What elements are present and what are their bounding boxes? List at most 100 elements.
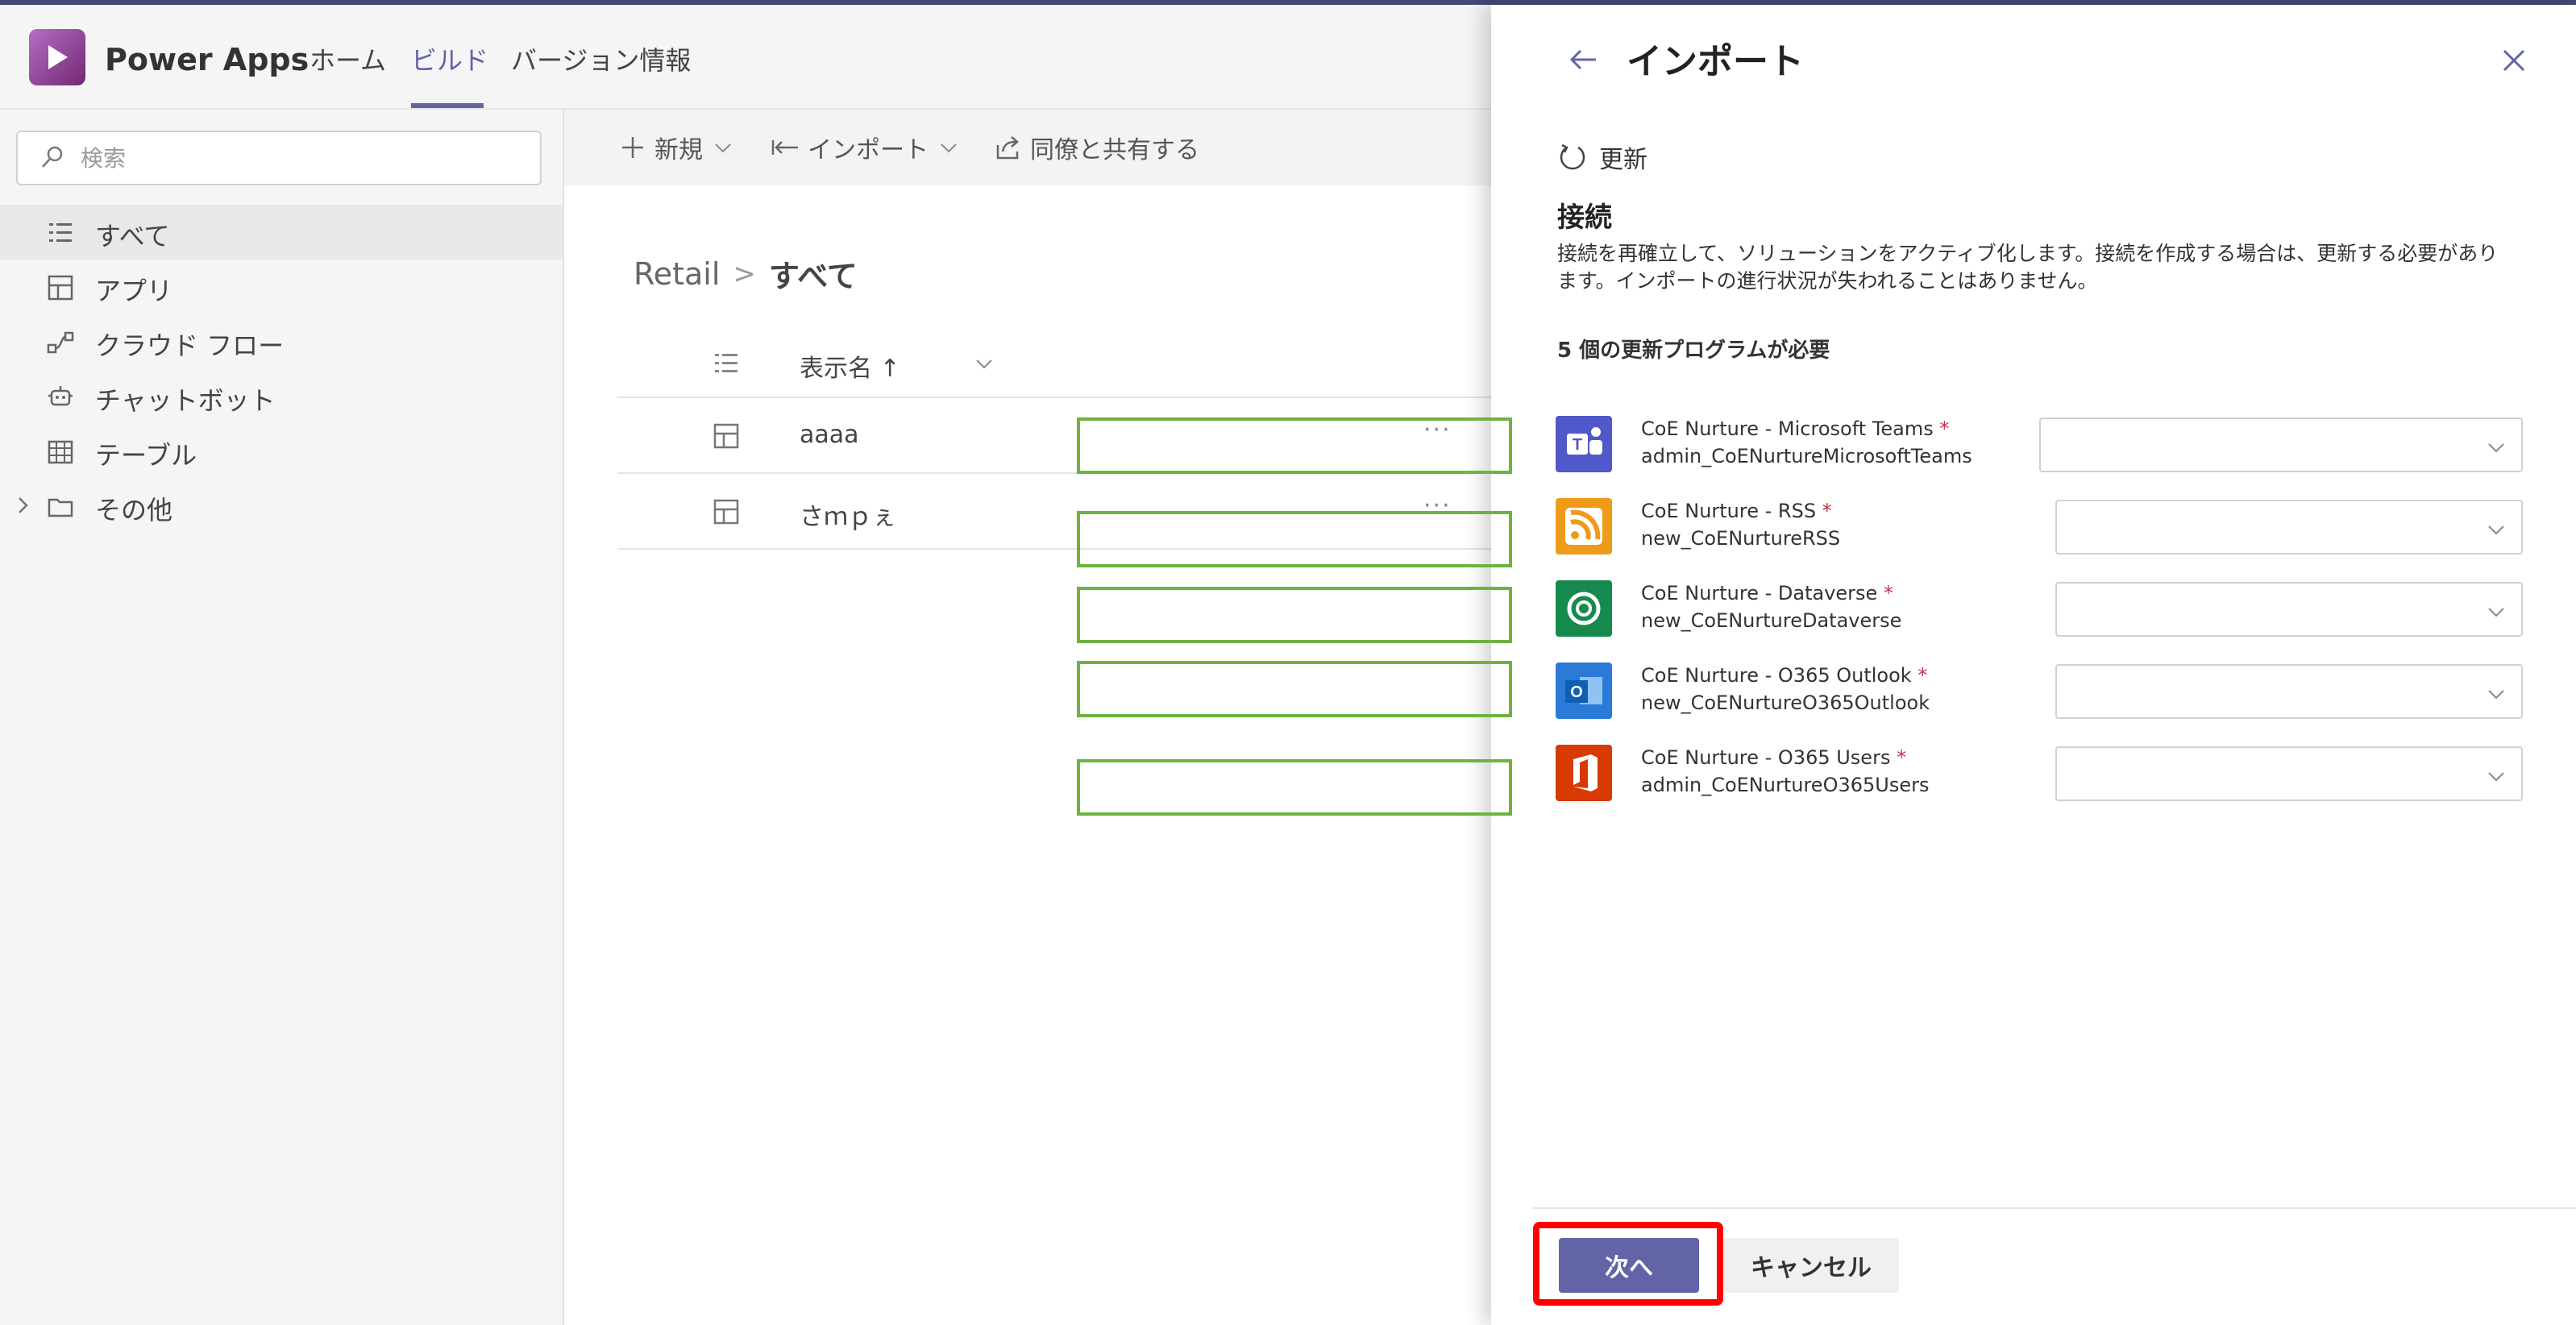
connection-dropdown[interactable] [2055,582,2523,637]
outlook-icon: O [1556,662,1612,719]
import-icon [771,140,798,155]
share-icon [996,136,1019,160]
connection-row-teams: T CoE Nurture - Microsoft Teams * admin_… [1556,411,2523,485]
power-apps-logo [29,29,85,85]
new-button[interactable]: 新規 [619,129,743,166]
sidebar-item-label: テーブル [95,440,197,471]
refresh-icon [1560,143,1585,170]
tab-home[interactable]: ホーム [310,40,386,77]
share-button[interactable]: 同僚と共有する [995,129,1199,166]
connection-row-rss: CoE Nurture - RSS * new_CoENurtureRSS [1556,493,2523,567]
sidebar: すべて アプリ クラウド フロー チャットボット [0,110,564,1325]
connection-reference: new_CoENurtureRSS [1641,527,1841,550]
annotation-box [1077,417,1512,474]
tab-build[interactable]: ビルド [411,40,488,77]
office-icon [1556,745,1612,801]
bot-icon [48,386,73,406]
import-label: インポート [808,136,929,164]
search-box[interactable] [16,131,542,185]
teams-icon: T [1556,416,1612,472]
connection-dropdown[interactable] [2055,746,2523,801]
connection-reference: admin_CoENurtureO365Users [1641,774,1930,796]
required-mark: * [1822,500,1832,522]
app-icon [713,499,739,525]
connection-reference: admin_CoENurtureMicrosoftTeams [1641,445,1972,467]
refresh-label: 更新 [1599,146,1647,174]
sidebar-item-label: その他 [95,495,173,525]
row-display-name[interactable]: aaaa [800,421,859,449]
sidebar-item-cloud-flows[interactable]: クラウド フロー [0,314,563,369]
sidebar-item-apps[interactable]: アプリ [0,260,563,314]
flow-icon [47,331,74,354]
connection-name: CoE Nurture - RSS * [1641,500,1832,522]
sidebar-item-label: チャットボット [95,385,276,416]
app-icon [713,423,739,449]
command-bar: 新規 インポート 同僚と共有する [564,110,1491,185]
connection-dropdown[interactable] [2055,664,2523,719]
required-mark: * [1897,746,1907,769]
sidebar-item-other[interactable]: その他 [0,479,563,534]
sidebar-item-chatbots[interactable]: チャットボット [0,369,563,424]
required-mark: * [1883,582,1893,604]
connection-name: CoE Nurture - Dataverse * [1641,582,1893,604]
connection-name: CoE Nurture - O365 Outlook * [1641,664,1928,687]
chevron-down-icon [2488,443,2504,453]
dataverse-icon [1556,580,1612,637]
import-panel: インポート 更新 接続 接続を再確立して、ソリューションをアクティブ化します。接… [1491,5,2576,1325]
app-header: Power Apps ホーム ビルド バージョン情報 [0,5,1491,110]
list-icon [49,223,72,242]
breadcrumb-current: すべて [768,259,858,294]
import-button[interactable]: インポート [771,129,969,166]
chevron-right-icon[interactable] [11,493,35,517]
connection-reference: new_CoENurtureDataverse [1641,609,1902,632]
column-display-name[interactable]: 表示名 ↑ [800,348,900,384]
updates-required-label: 5 個の更新プログラムが必要 [1557,339,1830,363]
rss-icon [1556,498,1612,555]
section-description-line: 接続を再確立して、ソリューションをアクティブ化します。接続を作成する場合は、更新… [1557,242,2499,265]
folder-icon [48,498,73,517]
table-header: 表示名 ↑ 名前 [617,329,1520,418]
breadcrumb: Retail > すべて [634,251,858,296]
section-description-line: ます。インポートの進行状況が失われることはありません。 [1557,269,2098,293]
app-icon [48,275,73,301]
chevron-down-icon [715,143,731,153]
main-content: 新規 インポート 同僚と共有する Retail > すべて 表示名 ↑ aaaa… [564,110,1552,1325]
connection-dropdown[interactable] [2055,500,2523,555]
annotation-box [1077,661,1512,717]
list-icon[interactable] [713,350,740,377]
annotation-box [1077,511,1512,567]
chevron-down-icon[interactable] [972,351,996,376]
chevron-down-icon [2488,772,2504,782]
connection-name: CoE Nurture - Microsoft Teams * [1641,417,1950,440]
sidebar-item-tables[interactable]: テーブル [0,424,563,479]
new-label: 新規 [654,136,703,164]
refresh-button[interactable]: 更新 [1556,137,1647,177]
chevron-down-icon [2488,608,2504,617]
annotation-box [1077,759,1512,816]
panel-title: インポート [1627,41,1804,82]
connection-dropdown[interactable] [2039,417,2523,472]
connection-row-dataverse: CoE Nurture - Dataverse * new_CoENurture… [1556,575,2523,650]
breadcrumb-parent[interactable]: Retail [634,256,720,292]
chevron-down-icon [2488,525,2504,535]
chevron-down-icon [2488,690,2504,700]
sidebar-item-label: アプリ [95,276,173,306]
required-mark: * [1939,417,1950,440]
search-input[interactable] [81,139,516,177]
annotation-box [1077,587,1512,643]
section-title: 接続 [1557,201,1612,234]
table-icon [48,440,73,464]
back-arrow-icon[interactable] [1567,44,1599,76]
row-display-name[interactable]: さｍｐぇ [800,496,896,532]
chevron-right-icon: > [733,257,756,290]
sidebar-item-all[interactable]: すべて [0,205,563,260]
footer-divider [1533,1207,2576,1209]
close-icon[interactable] [2500,47,2528,74]
svg-text:T: T [1573,436,1582,454]
next-button[interactable]: 次へ [1559,1238,1699,1293]
cancel-button[interactable]: キャンセル [1723,1238,1899,1293]
search-icon [42,146,63,168]
connection-row-office-users: CoE Nurture - O365 Users * admin_CoENurt… [1556,740,2523,814]
tab-version-info[interactable]: バージョン情報 [511,40,691,77]
active-tab-indicator [411,103,484,108]
